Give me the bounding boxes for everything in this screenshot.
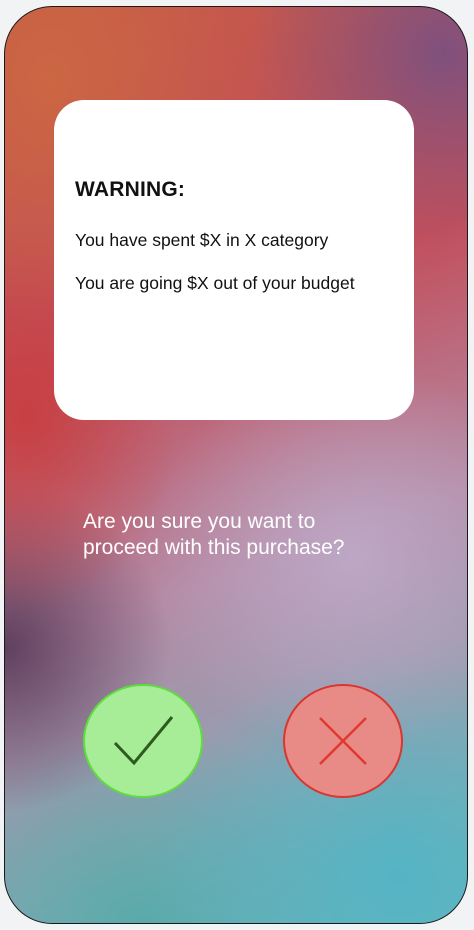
warning-budget-text: You are going $X out of your budget	[75, 273, 355, 293]
phone-frame: WARNING: You have spent $X in X category…	[4, 6, 468, 924]
confirmation-question: Are you sure you want to proceed with th…	[83, 509, 423, 561]
checkmark-icon	[111, 713, 175, 769]
question-line-1: Are you sure you want to	[83, 510, 316, 533]
warning-card: WARNING: You have spent $X in X category…	[54, 100, 414, 420]
cancel-button[interactable]	[283, 684, 403, 798]
x-icon	[317, 715, 369, 767]
warning-title: WARNING:	[75, 178, 186, 201]
question-line-2: proceed with this purchase?	[83, 536, 345, 559]
warning-spent-text: You have spent $X in X category	[75, 230, 329, 250]
confirm-button[interactable]	[83, 684, 203, 798]
